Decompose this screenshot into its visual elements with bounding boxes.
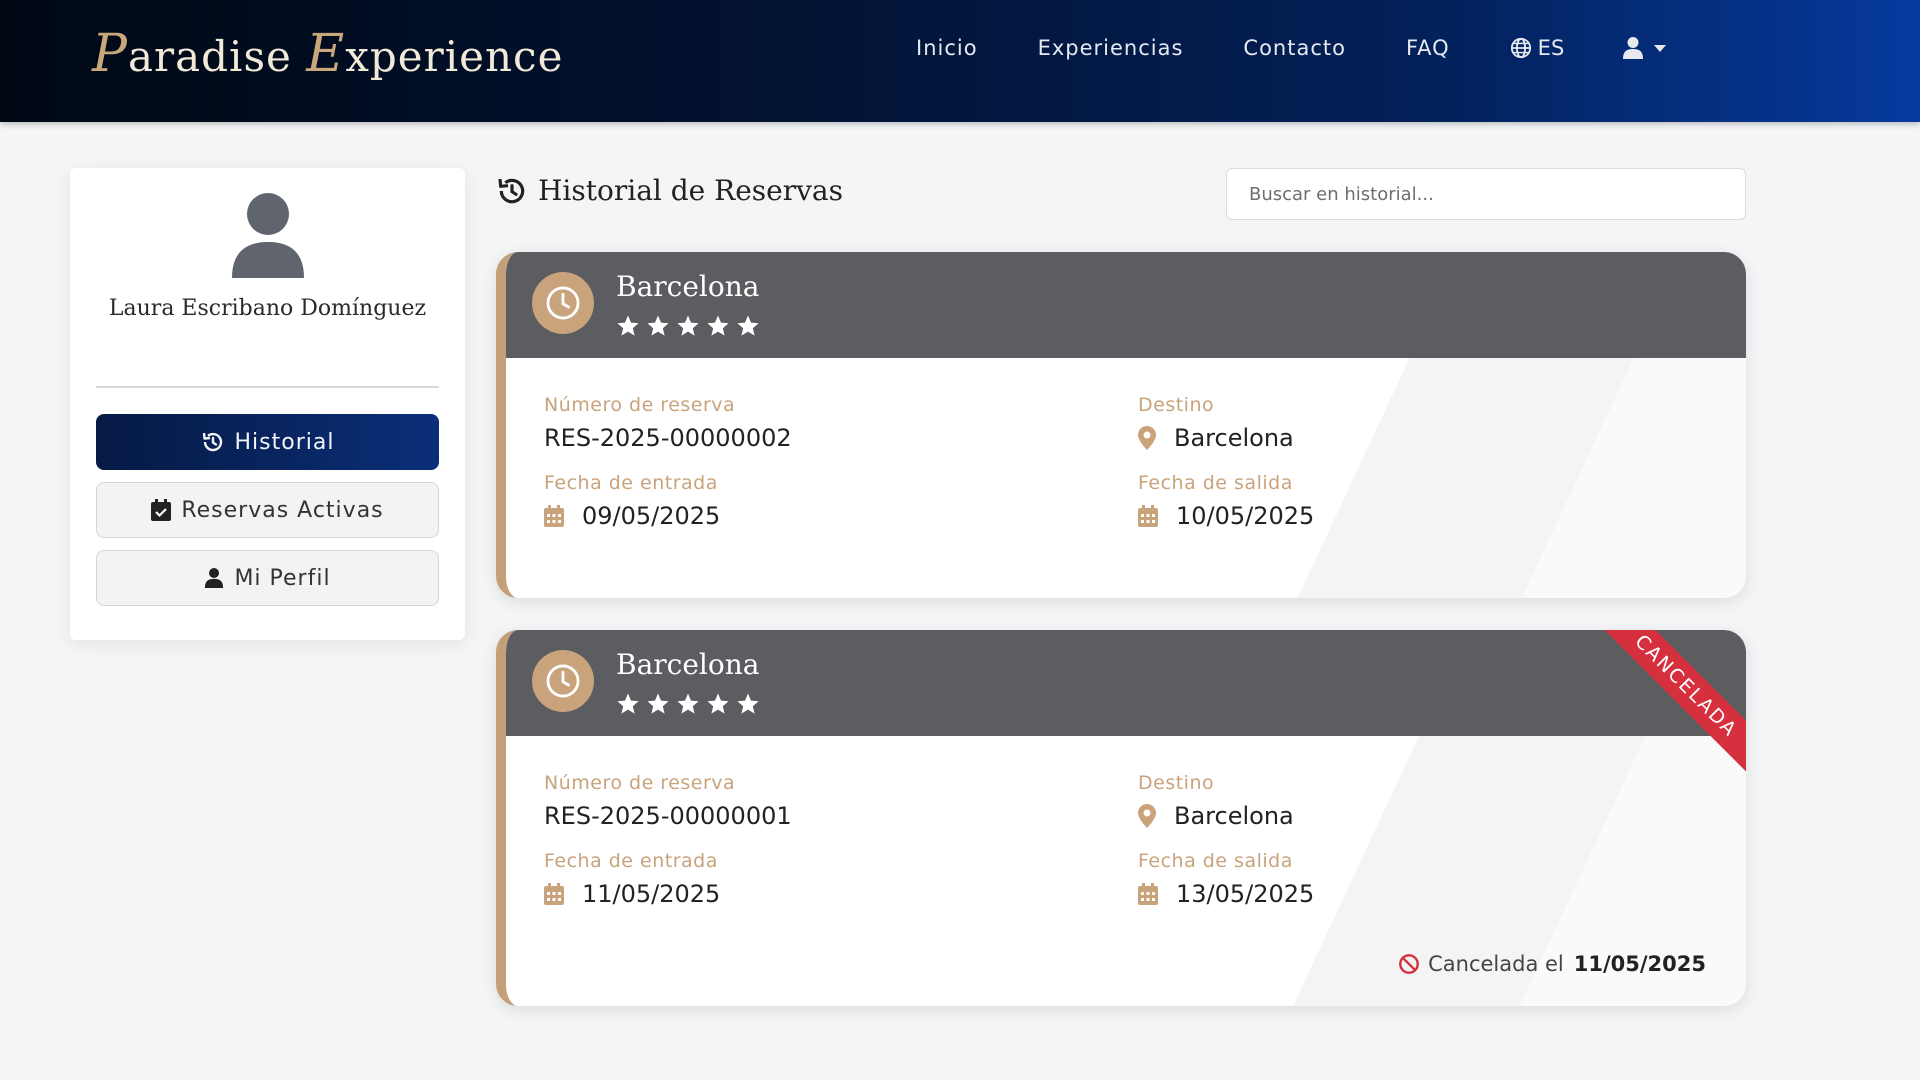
brand-word-2: xperience bbox=[345, 32, 564, 81]
page-title: Historial de Reservas bbox=[496, 174, 843, 207]
check-in-date: 11/05/2025 bbox=[582, 880, 721, 908]
nav-link-contacto[interactable]: Contacto bbox=[1243, 36, 1346, 60]
check-in-value: 09/05/2025 bbox=[544, 502, 720, 530]
nav-link-inicio[interactable]: Inicio bbox=[916, 36, 978, 60]
user-icon bbox=[205, 568, 224, 588]
check-out-label: Fecha de salida bbox=[1138, 472, 1293, 494]
user-menu-toggle[interactable] bbox=[1622, 36, 1667, 60]
star-icon bbox=[677, 693, 699, 714]
destination-value: Barcelona bbox=[1138, 802, 1294, 830]
check-in-date: 09/05/2025 bbox=[582, 502, 721, 530]
star-icon bbox=[617, 315, 639, 336]
reservation-number-text: RES-2025-00000002 bbox=[544, 424, 792, 452]
check-out-value: 13/05/2025 bbox=[1138, 880, 1314, 908]
cancelled-ribbon-text: CANCELADA bbox=[1596, 630, 1746, 777]
profile-sidebar: Laura Escribano Domínguez Historial Rese… bbox=[70, 168, 465, 640]
reservation-card[interactable]: Barcelona CANCELADA Número de reserva RE… bbox=[496, 630, 1746, 1006]
ban-icon bbox=[1399, 954, 1420, 974]
check-in-label: Fecha de entrada bbox=[544, 472, 718, 494]
language-selector[interactable]: ES bbox=[1510, 36, 1565, 60]
map-pin-icon bbox=[1138, 804, 1156, 828]
destination-label: Destino bbox=[1138, 394, 1215, 416]
user-name: Laura Escribano Domínguez bbox=[108, 296, 427, 321]
brand-logo[interactable]: Paradise Experience bbox=[92, 24, 563, 84]
reservas-activas-button[interactable]: Reservas Activas bbox=[96, 482, 439, 538]
card-city: Barcelona bbox=[616, 648, 760, 681]
language-code: ES bbox=[1537, 36, 1565, 60]
check-in-label: Fecha de entrada bbox=[544, 850, 718, 872]
star-icon bbox=[647, 315, 669, 336]
reservas-activas-label: Reservas Activas bbox=[181, 497, 384, 523]
cancelled-ribbon: CANCELADA bbox=[1596, 630, 1746, 780]
history-icon bbox=[498, 178, 525, 203]
check-out-date: 10/05/2025 bbox=[1176, 502, 1315, 530]
check-out-label: Fecha de salida bbox=[1138, 850, 1293, 872]
check-in-value: 11/05/2025 bbox=[544, 880, 720, 908]
reservation-card[interactable]: Barcelona Número de reserva RES-2025-000… bbox=[496, 252, 1746, 598]
calendar-icon bbox=[1138, 505, 1158, 527]
star-rating bbox=[616, 314, 766, 338]
sidebar-divider bbox=[96, 386, 439, 388]
chevron-down-icon bbox=[1654, 44, 1667, 52]
avatar bbox=[232, 193, 304, 278]
star-icon bbox=[707, 315, 729, 336]
destination-text: Barcelona bbox=[1174, 802, 1294, 830]
map-pin-icon bbox=[1138, 426, 1156, 450]
mi-perfil-label: Mi Perfil bbox=[234, 565, 331, 591]
brand-initial-e: E bbox=[306, 24, 346, 84]
reservation-number-text: RES-2025-00000001 bbox=[544, 802, 792, 830]
history-icon bbox=[202, 432, 222, 452]
calendar-icon bbox=[1138, 883, 1158, 905]
destination-label: Destino bbox=[1138, 772, 1215, 794]
search-input[interactable] bbox=[1226, 168, 1746, 220]
star-icon bbox=[737, 693, 759, 714]
star-icon bbox=[707, 693, 729, 714]
star-icon bbox=[647, 693, 669, 714]
historial-button[interactable]: Historial bbox=[96, 414, 439, 470]
user-icon bbox=[1623, 37, 1644, 59]
historial-button-label: Historial bbox=[234, 429, 335, 455]
calendar-check-icon bbox=[151, 499, 172, 521]
mi-perfil-button[interactable]: Mi Perfil bbox=[96, 550, 439, 606]
star-icon bbox=[617, 693, 639, 714]
calendar-icon bbox=[544, 883, 564, 905]
nav-link-faq[interactable]: FAQ bbox=[1406, 36, 1450, 60]
card-city: Barcelona bbox=[616, 270, 760, 303]
star-rating bbox=[616, 692, 766, 716]
destination-text: Barcelona bbox=[1174, 424, 1294, 452]
reservation-number-value: RES-2025-00000001 bbox=[544, 802, 792, 830]
destination-value: Barcelona bbox=[1138, 424, 1294, 452]
star-icon bbox=[677, 315, 699, 336]
globe-icon bbox=[1510, 37, 1531, 59]
card-header: Barcelona bbox=[506, 252, 1746, 358]
brand-word-1: aradise bbox=[128, 32, 292, 81]
page-title-text: Historial de Reservas bbox=[538, 174, 843, 207]
cancellation-note: Cancelada el 11/05/2025 bbox=[1398, 952, 1706, 976]
cancellation-text: Cancelada el bbox=[1428, 952, 1564, 976]
clock-icon bbox=[532, 650, 594, 712]
reservation-number-value: RES-2025-00000002 bbox=[544, 424, 792, 452]
check-out-value: 10/05/2025 bbox=[1138, 502, 1314, 530]
clock-icon bbox=[532, 272, 594, 334]
main-nav: Inicio Experiencias Contacto FAQ ES bbox=[916, 36, 1667, 60]
brand-initial-p: P bbox=[92, 24, 128, 84]
cancellation-date: 11/05/2025 bbox=[1573, 952, 1706, 976]
top-navbar: Paradise Experience Inicio Experiencias … bbox=[0, 0, 1920, 122]
star-icon bbox=[737, 315, 759, 336]
reservation-number-label: Número de reserva bbox=[544, 772, 736, 794]
check-out-date: 13/05/2025 bbox=[1176, 880, 1315, 908]
calendar-icon bbox=[544, 505, 564, 527]
reservation-number-label: Número de reserva bbox=[544, 394, 736, 416]
nav-link-experiencias[interactable]: Experiencias bbox=[1038, 36, 1184, 60]
card-header: Barcelona bbox=[506, 630, 1746, 736]
